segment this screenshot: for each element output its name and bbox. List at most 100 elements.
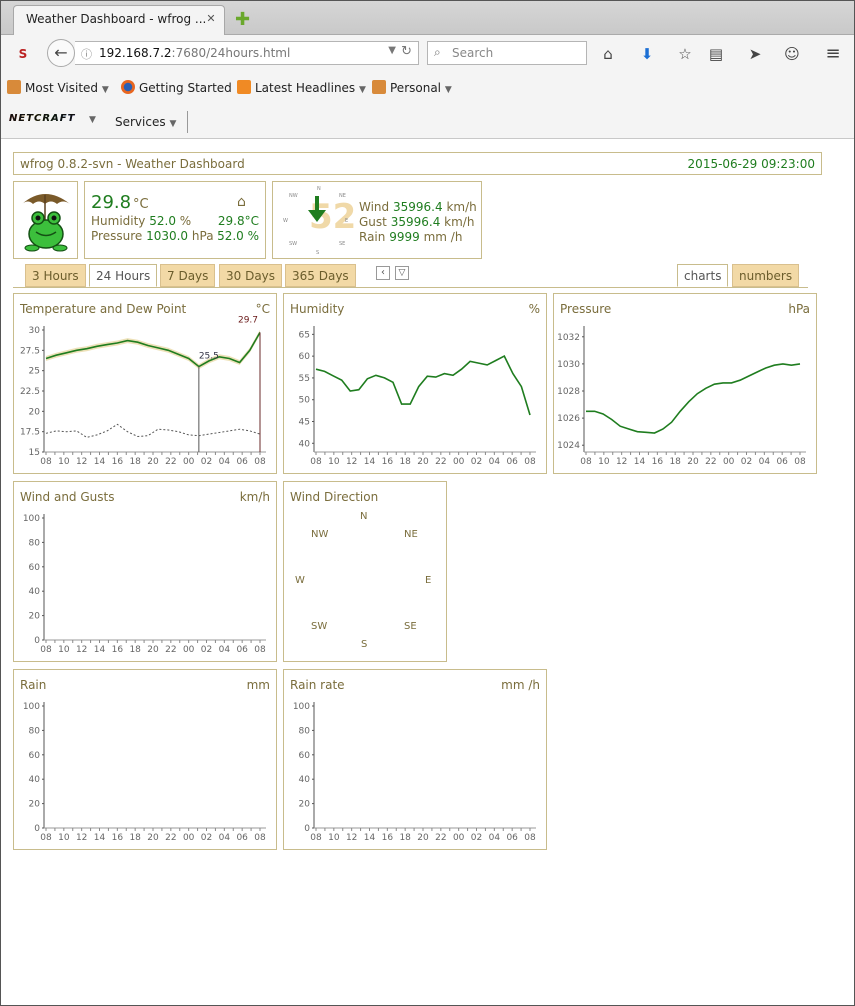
rain-unit: mm /h [423,230,463,244]
browser-tab[interactable]: Weather Dashboard - wfrog ... ✕ [13,5,225,36]
download-icon[interactable]: ⬇ [637,44,657,64]
wind-panel: 52 N NE E SE S SW W NW Wind 35996.4 km/h… [272,181,482,259]
wind-label: Wind [359,200,390,214]
bookmark-getting-started[interactable]: Getting Started [121,80,232,95]
x-tick-label: 12 [76,457,87,467]
services-menu[interactable]: Services ▼ [115,115,176,129]
bookmarks-bar: Most Visited ▼ Getting Started Latest He… [1,71,854,105]
netcraft-logo[interactable]: NETCRAFT [9,113,81,129]
indoor-temperature: 29.8°C [217,214,259,228]
x-tick-label: 08 [254,457,266,467]
y-tick-label: 50 [299,396,311,406]
pressure-unit: hPa [191,229,214,243]
compass-sw: SW [289,241,297,247]
tab-title: Weather Dashboard - wfrog ... [26,12,207,26]
x-tick-label: 22 [435,833,446,843]
chart-svg: 10080604020008 10 12 14 16 18 20 22 00 02 04 06 08 [293,702,536,843]
bookmark-label: Personal [390,81,442,95]
tab-charts[interactable]: charts [677,264,729,287]
close-tab-icon[interactable]: ✕ [204,12,218,26]
smiley-icon[interactable]: ☺ [782,44,802,64]
x-tick-label: 06 [236,833,248,843]
x-tick-label: 06 [236,645,248,655]
direction-n: N [360,511,368,522]
y-tick-label: 1032 [557,333,580,343]
x-tick-label: 08 [794,457,806,467]
tab-3-hours[interactable]: 3 Hours [25,264,86,287]
direction-e: E [425,575,432,586]
chart-unit: km/h [239,490,270,504]
y-tick-label: 40 [29,587,41,597]
pressure-chart-panel: 1032 1030 1028 1026 1024 08 10 12 14 16 18 20 22 00 02… [553,293,817,474]
x-tick-label: 10 [58,457,70,467]
min-annotation: 25.5 [199,352,219,362]
y-tick-label: 20 [29,612,41,622]
tab-365-days[interactable]: 365 Days [285,264,356,287]
y-tick-label: 40 [29,775,41,785]
y-tick-label: 55 [299,374,310,384]
tab-strip: Weather Dashboard - wfrog ... ✕ ✚ [1,1,854,36]
bookmark-latest-headlines[interactable]: Latest Headlines ▼ [237,80,366,95]
y-tick-label: 1030 [557,360,580,370]
tab-24-hours[interactable]: 24 Hours [89,264,158,287]
pressure-value: 1030.0 [146,229,189,243]
wind-unit: km/h [446,200,477,214]
menu-icon[interactable]: ≡ [823,44,843,64]
humidity-row: Humidity 52.0 % [91,214,191,228]
search-input[interactable]: ⌕ Search [427,41,587,65]
humidity-label: Humidity [91,214,146,228]
bookmark-personal[interactable]: Personal ▼ [372,80,452,95]
y-tick-label: 20 [299,800,311,810]
chevron-down-icon: ▼ [359,85,366,95]
url-path: :7680/24hours.html [171,46,291,60]
humidity-line [315,355,531,416]
y-tick-label: 22.5 [20,387,40,397]
x-tick-label: 08 [310,833,322,843]
rss-icon [237,80,251,94]
x-tick-label: 18 [129,833,141,843]
gust-row: Gust 35996.4 km/h [359,215,477,230]
bookmark-most-visited[interactable]: Most Visited ▼ [7,80,109,95]
period-dropdown-button[interactable]: ▽ [395,266,409,280]
tab-30-days[interactable]: 30 Days [219,264,283,287]
addon-icon[interactable]: S [13,44,33,64]
pressure-line [586,363,801,434]
x-tick-label: 22 [165,457,176,467]
home-icon[interactable]: ⌂ [598,44,618,64]
chevron-down-icon: ▼ [444,85,452,95]
direction-w: W [295,575,305,586]
reload-icon[interactable]: ↻ [401,44,412,59]
direction-nw: NW [311,529,329,540]
compass-nw: NW [289,193,298,199]
new-tab-icon[interactable]: ✚ [235,9,250,30]
tab-numbers[interactable]: numbers [732,264,800,287]
tab-7-days[interactable]: 7 Days [160,264,216,287]
x-tick-label: 02 [471,457,482,467]
chart-title: Wind Direction [290,490,379,504]
rain-value: 9999 [389,230,420,244]
toolbar-divider [187,111,188,133]
x-tick-label: 04 [219,645,231,655]
url-bar[interactable]: ⓘ 192.168.7.2:7680/24hours.html ▼ ↻ [75,41,419,65]
site-info-icon[interactable]: ⓘ [81,46,92,62]
y-tick-label: 100 [23,702,40,712]
chart-svg: 1032103010281026102408 10 12 14 16 18 20 22 00 02… [557,326,806,467]
send-icon[interactable]: ➤ [745,44,765,64]
netcraft-toolbar: NETCRAFT ▼ Services ▼ [1,105,854,139]
x-tick-label: 00 [453,833,465,843]
previous-period-button[interactable]: ‹ [376,266,390,280]
x-tick-label: 22 [165,833,176,843]
x-tick-label: 18 [669,457,681,467]
y-tick-label: 60 [29,563,41,573]
x-tick-label: 12 [346,833,357,843]
bookmark-star-icon[interactable]: ☆ [675,44,695,64]
wind-direction-panel: Wind Direction N NE E SE S SW W NW [283,481,447,662]
reading-list-icon[interactable]: ▤ [706,44,726,64]
back-button[interactable]: ← [47,39,75,67]
y-tick-label: 100 [293,702,310,712]
x-tick-label: 08 [40,645,52,655]
x-tick-label: 14 [94,645,106,655]
netcraft-dropdown-icon[interactable]: ▼ [89,115,96,125]
url-dropdown-icon[interactable]: ▼ [388,45,396,56]
x-tick-label: 12 [616,457,627,467]
